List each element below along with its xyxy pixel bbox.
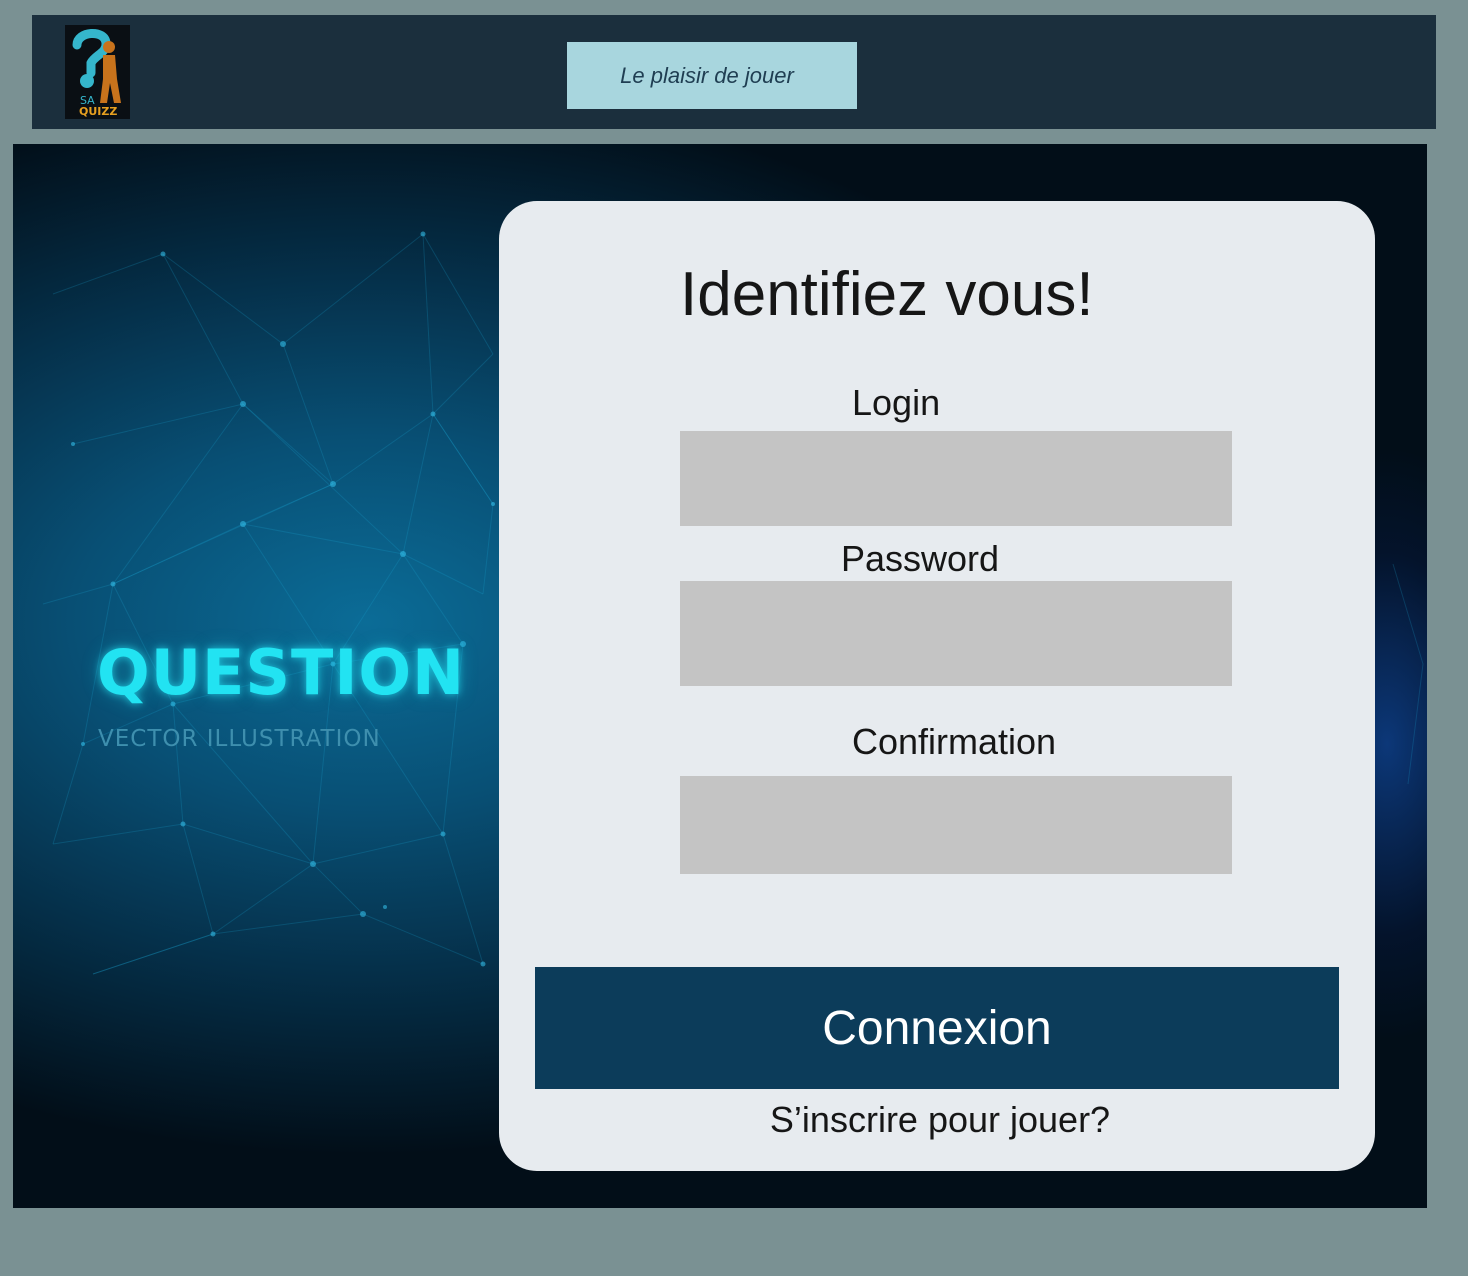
sa-quizz-logo[interactable]: SA QUIZZ (65, 25, 130, 119)
form-title: Identifiez vous! (680, 260, 1094, 329)
hero-subtitle: VECTOR ILLUSTRATION (98, 726, 381, 752)
tagline-banner: Le plaisir de jouer (567, 42, 857, 109)
login-card: Identifiez vous! Login Password Confirma… (499, 201, 1375, 1171)
login-label: Login (852, 382, 941, 423)
header-bar: SA QUIZZ Le plaisir de jouer (32, 15, 1436, 129)
connexion-button[interactable]: Connexion (535, 967, 1339, 1089)
confirmation-label: Confirmation (852, 721, 1057, 762)
password-label: Password (841, 538, 1000, 579)
password-input[interactable] (680, 581, 1232, 686)
question-mark-person-logo-icon: SA QUIZZ (72, 29, 121, 118)
hero-title: QUESTION (97, 636, 466, 709)
logo-text-quizz: QUIZZ (79, 105, 117, 118)
confirmation-input[interactable] (680, 776, 1232, 874)
login-input[interactable] (680, 431, 1232, 526)
signup-link[interactable]: S’inscrire pour jouer? (499, 1099, 1375, 1141)
